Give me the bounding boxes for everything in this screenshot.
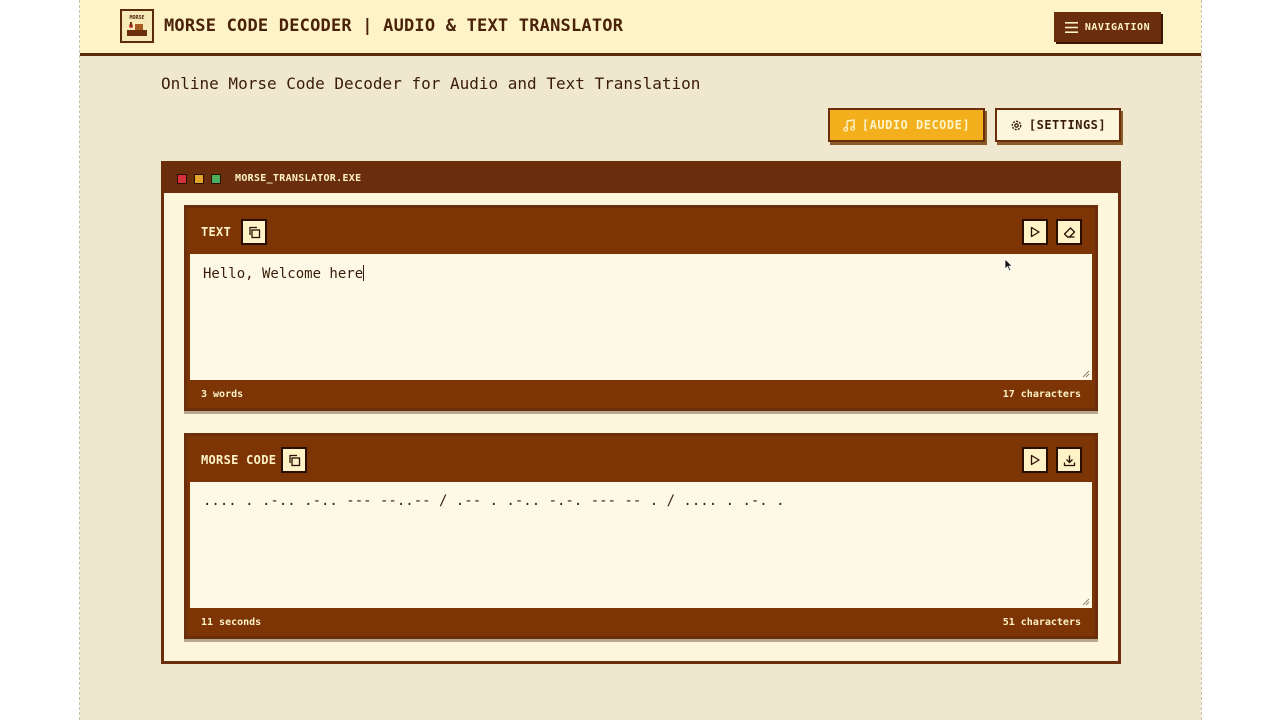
- morse-logo-icon: MORSE: [127, 15, 147, 36]
- play-icon: [1030, 454, 1040, 466]
- navigation-button[interactable]: NAVIGATION: [1054, 12, 1161, 42]
- text-panel-label: TEXT: [201, 225, 232, 239]
- menu-icon: [1064, 21, 1078, 33]
- morse-panel-header: MORSE CODE: [187, 436, 1095, 482]
- play-icon: [1030, 226, 1040, 238]
- music-note-icon: [843, 118, 856, 132]
- mouse-cursor-icon: [1004, 258, 1014, 272]
- text-panel-footer: 3 words 17 characters: [187, 380, 1095, 408]
- copy-text-button[interactable]: [241, 219, 267, 245]
- translator-window: MORSE_TRANSLATOR.EXE TEXT Hello, Welcome…: [161, 161, 1121, 664]
- download-morse-button[interactable]: [1056, 447, 1082, 473]
- text-input-area[interactable]: Hello, Welcome here: [187, 254, 1095, 380]
- settings-label: [SETTINGS]: [1028, 118, 1107, 132]
- window-title-bar: MORSE_TRANSLATOR.EXE: [164, 164, 1118, 193]
- clear-text-button[interactable]: [1056, 219, 1082, 245]
- close-dot[interactable]: [177, 173, 187, 184]
- minimize-dot[interactable]: [194, 173, 204, 184]
- text-input-value: Hello, Welcome here: [203, 266, 364, 282]
- page: MORSE MORSE CODE DECODER | AUDIO & TEXT …: [80, 0, 1201, 720]
- morse-panel: MORSE CODE .... . .-.. .-.. --- --..-- /…: [184, 433, 1098, 639]
- morse-output-value: .... . .-.. .-.. --- --..-- / .-- . .-..…: [203, 493, 785, 509]
- morse-panel-footer: 11 seconds 51 characters: [187, 608, 1095, 636]
- navigation-label: NAVIGATION: [1084, 21, 1151, 33]
- gear-icon: [1011, 120, 1022, 130]
- audio-decode-label: [AUDIO DECODE]: [861, 118, 971, 132]
- text-panel: TEXT Hello, Welcome here 3 words 17 char…: [184, 205, 1098, 411]
- text-panel-header: TEXT: [187, 208, 1095, 254]
- maximize-dot[interactable]: [211, 173, 221, 184]
- page-subtitle: Online Morse Code Decoder for Audio and …: [161, 74, 701, 93]
- copy-icon: [248, 226, 260, 238]
- copy-morse-button[interactable]: [281, 447, 307, 473]
- site-logo[interactable]: MORSE: [120, 9, 154, 43]
- svg-text:MORSE: MORSE: [129, 15, 144, 21]
- play-morse-button[interactable]: [1022, 447, 1048, 473]
- settings-button[interactable]: [SETTINGS]: [995, 108, 1121, 142]
- screen-right-margin: [1201, 0, 1280, 720]
- text-caret: [363, 265, 365, 281]
- morse-panel-label: MORSE CODE: [201, 453, 277, 467]
- site-header: MORSE MORSE CODE DECODER | AUDIO & TEXT …: [80, 0, 1201, 56]
- screen-left-margin: [0, 0, 80, 720]
- morse-character-count: 51 characters: [1002, 617, 1081, 628]
- morse-output-area[interactable]: .... . .-.. .-.. --- --..-- / .-- . .-..…: [187, 482, 1095, 608]
- morse-duration: 11 seconds: [201, 617, 262, 628]
- copy-icon: [288, 454, 300, 466]
- text-character-count: 17 characters: [1002, 389, 1081, 400]
- resize-handle-icon[interactable]: [1082, 370, 1090, 378]
- audio-decode-button[interactable]: [AUDIO DECODE]: [828, 108, 985, 142]
- play-text-button[interactable]: [1022, 219, 1048, 245]
- window-title: MORSE_TRANSLATOR.EXE: [235, 173, 362, 184]
- word-count: 3 words: [201, 389, 244, 400]
- site-title: MORSE CODE DECODER | AUDIO & TEXT TRANSL…: [164, 16, 624, 36]
- resize-handle-icon[interactable]: [1082, 598, 1090, 606]
- eraser-icon: [1063, 226, 1075, 238]
- download-icon: [1063, 455, 1075, 466]
